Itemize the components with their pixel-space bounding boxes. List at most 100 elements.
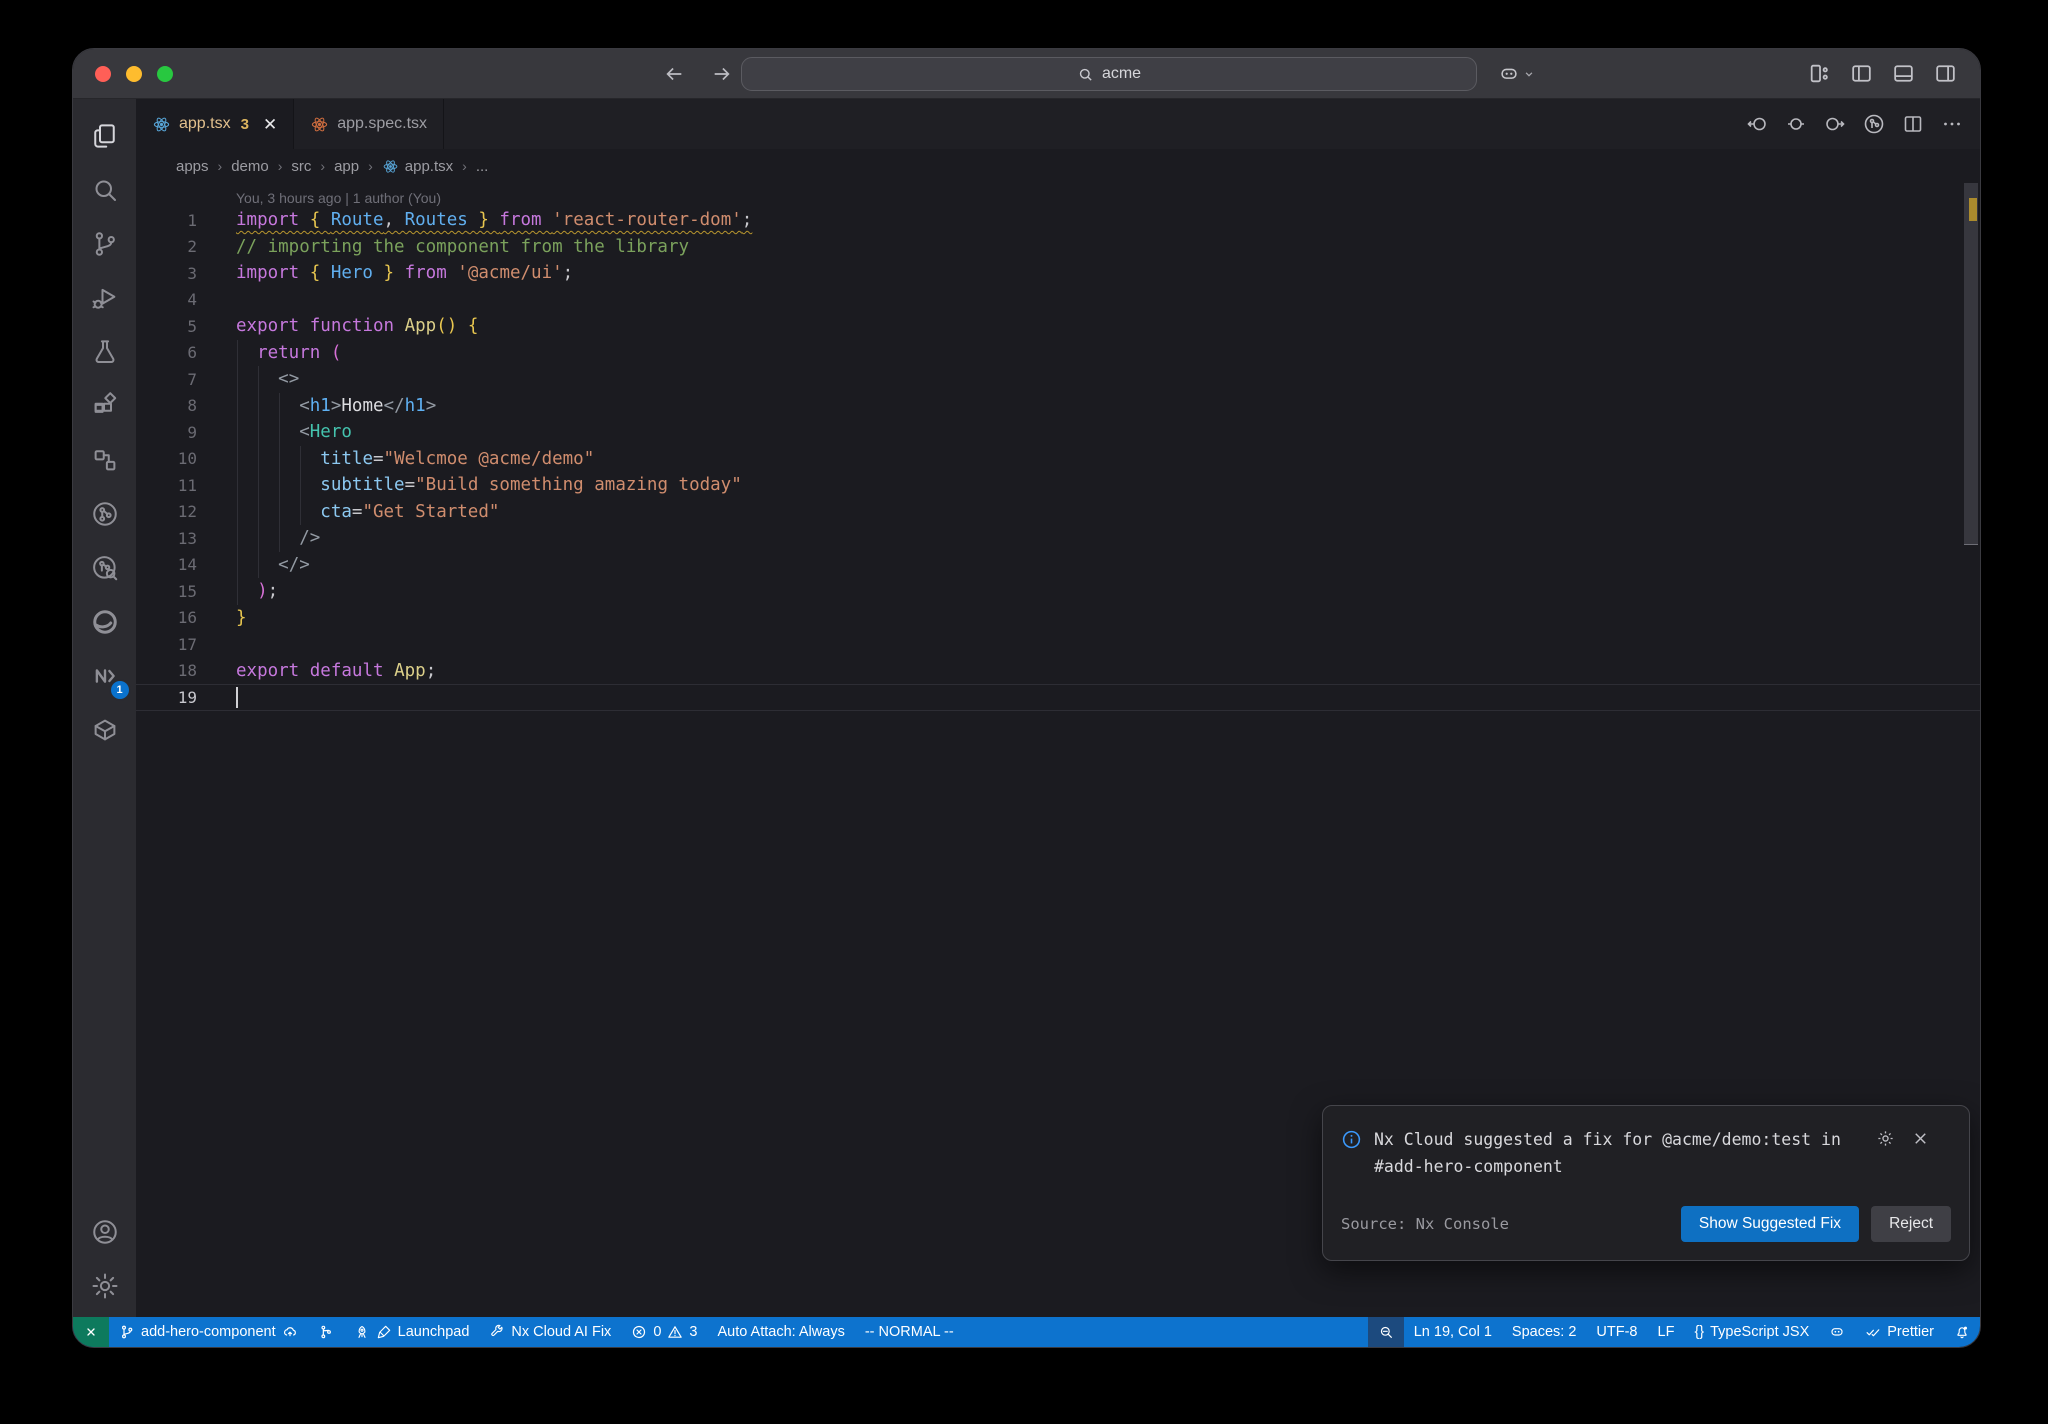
activity-item-nx-graph-focus[interactable] [82, 545, 128, 591]
activity-item-run-debug[interactable] [82, 275, 128, 321]
code-line-15[interactable]: 15 ); [136, 578, 1980, 605]
reject-button[interactable]: Reject [1871, 1206, 1951, 1242]
tab-app.tsx[interactable]: app.tsx 3 ✕ [136, 99, 295, 149]
code-line-2[interactable]: 2 // importing the component from the lib… [136, 234, 1980, 261]
code-line-11[interactable]: 11 subtitle="Build something amazing tod… [136, 472, 1980, 499]
status-bar-left: add-hero-component Launchpad Nx Cloud AI F… [73, 1317, 964, 1347]
code-line-12[interactable]: 12 cta="Get Started" [136, 498, 1980, 525]
line-number: 15 [177, 581, 197, 601]
line-number: 11 [177, 475, 197, 495]
breadcrumb-item-apptsx[interactable]: app.tsx [382, 158, 453, 175]
status-item-encoding[interactable]: UTF-8 [1586, 1317, 1647, 1347]
tab-close-icon[interactable]: ✕ [263, 116, 277, 133]
more-actions-icon[interactable] [1940, 112, 1964, 136]
titlebar: acme [73, 49, 1980, 99]
edge-icon [90, 607, 120, 637]
code-line-9[interactable]: 9 <Hero [136, 419, 1980, 446]
code-line-13[interactable]: 13 /> [136, 525, 1980, 552]
code-line-5[interactable]: 5 export function App() { [136, 313, 1980, 340]
activity-item-source-control[interactable] [82, 221, 128, 267]
files-icon [90, 121, 120, 151]
status-item-copilot[interactable] [1819, 1317, 1855, 1347]
indent-guide [258, 472, 260, 499]
activity-item-accounts[interactable] [82, 1209, 128, 1255]
maximize-window-button[interactable] [157, 65, 173, 82]
breadcrumb-separator: › [277, 158, 283, 174]
code-line-6[interactable]: 6 return ( [136, 339, 1980, 366]
breadcrumb-item-apps[interactable]: apps [176, 158, 209, 175]
close-window-button[interactable] [95, 65, 111, 82]
activity-item-settings[interactable] [82, 1263, 128, 1309]
activity-item-search[interactable] [82, 167, 128, 213]
split-editor-icon[interactable] [1901, 112, 1925, 136]
breadcrumb-item-demo[interactable]: demo [231, 158, 269, 175]
breadcrumb-item-src[interactable]: src [291, 158, 311, 175]
notification-toast: Nx Cloud suggested a fix for @acme/demo:… [1322, 1104, 1970, 1261]
customize-layout-icon[interactable] [1807, 61, 1832, 86]
notification-close-icon[interactable] [1911, 1129, 1930, 1148]
indent-guide [258, 419, 260, 446]
minimize-window-button[interactable] [126, 65, 142, 82]
status-item-eol[interactable]: LF [1648, 1317, 1685, 1347]
status-item-prettier[interactable]: Prettier [1855, 1317, 1944, 1347]
code-line-10[interactable]: 10 title="Welcmoe @acme/demo" [136, 445, 1980, 472]
history-forward-icon[interactable] [711, 63, 733, 85]
breadcrumb-item-app[interactable]: app [334, 158, 359, 175]
command-center-search[interactable]: acme [741, 57, 1477, 91]
history-back-icon[interactable] [663, 63, 685, 85]
activity-item-hierarchy[interactable] [82, 437, 128, 483]
status-item-problems[interactable]: 03 [621, 1317, 707, 1347]
nav-back-icon[interactable] [1745, 112, 1769, 136]
nx-run-target-icon[interactable] [1862, 112, 1886, 136]
breadcrumb-item-[interactable]: ... [476, 158, 489, 175]
toggle-secondary-sidebar-icon[interactable] [1933, 61, 1958, 86]
code-line-7[interactable]: 7 <> [136, 366, 1980, 393]
toggle-primary-sidebar-icon[interactable] [1849, 61, 1874, 86]
code-line-16[interactable]: 16} [136, 605, 1980, 632]
scrollbar-slider[interactable] [1964, 183, 1978, 545]
status-item-launchpad[interactable]: Launchpad [344, 1317, 480, 1347]
status-item-auto-attach[interactable]: Auto Attach: Always [707, 1317, 854, 1347]
activity-item-containers[interactable] [82, 707, 128, 753]
activity-item-edge-browser[interactable] [82, 599, 128, 645]
code-line-19[interactable]: 19 [136, 684, 1980, 711]
show-suggested-fix-button[interactable]: Show Suggested Fix [1680, 1206, 1860, 1242]
toggle-panel-icon[interactable] [1891, 61, 1916, 86]
line-content: <Hero [236, 419, 1980, 446]
activity-item-extensions[interactable] [82, 383, 128, 429]
status-item-git-graph[interactable] [308, 1317, 344, 1347]
line-number: 12 [177, 502, 197, 522]
status-item-vim-mode[interactable]: -- NORMAL -- [855, 1317, 964, 1347]
activity-item-nx-console[interactable]: 1 [82, 653, 129, 699]
code-line-18[interactable]: 18 export default App; [136, 658, 1980, 685]
git-branch-icon [90, 229, 120, 259]
status-item-indentation[interactable]: Spaces: 2 [1502, 1317, 1587, 1347]
code-line-17[interactable]: 17 [136, 631, 1980, 658]
status-item-remote[interactable] [73, 1317, 109, 1347]
status-item-language[interactable]: {} TypeScript JSX [1684, 1317, 1819, 1347]
status-item-zoom[interactable] [1367, 1317, 1404, 1347]
code-line-4[interactable]: 4 [136, 287, 1980, 314]
status-item-nx-cloud-ai-fix[interactable]: Nx Cloud AI Fix [479, 1317, 621, 1347]
code-line-1[interactable]: 1 import { Route, Routes } from 'react-ro… [136, 207, 1980, 234]
git-blame-annotation: You, 3 hours ago | 1 author (You) [236, 190, 441, 206]
status-item-notifications[interactable] [1944, 1317, 1980, 1347]
nav-current-icon[interactable] [1784, 112, 1808, 136]
notification-settings-gear-icon[interactable] [1876, 1129, 1895, 1148]
status-item-label: TypeScript JSX [1710, 1324, 1810, 1340]
line-number: 1 [187, 210, 197, 230]
nav-forward-icon[interactable] [1823, 112, 1847, 136]
code-line-8[interactable]: 8 <h1>Home</h1> [136, 392, 1980, 419]
line-number: 13 [177, 528, 197, 548]
activity-item-testing[interactable] [82, 329, 128, 375]
activity-item-explorer[interactable] [82, 113, 128, 159]
copilot-menu[interactable] [1498, 63, 1536, 85]
tab-app.spec.tsx[interactable]: app.spec.tsx [294, 99, 445, 149]
status-item-cursor-position[interactable]: Ln 19, Col 1 [1404, 1317, 1502, 1347]
code-line-3[interactable]: 3 import { Hero } from '@acme/ui'; [136, 260, 1980, 287]
status-item-branch[interactable]: add-hero-component [109, 1317, 308, 1347]
activity-item-nx-graph[interactable] [82, 491, 128, 537]
branch-icon [119, 1324, 135, 1340]
code-editor[interactable]: You, 3 hours ago | 1 author (You) 1 impor… [136, 183, 1980, 1317]
code-line-14[interactable]: 14 </> [136, 551, 1980, 578]
